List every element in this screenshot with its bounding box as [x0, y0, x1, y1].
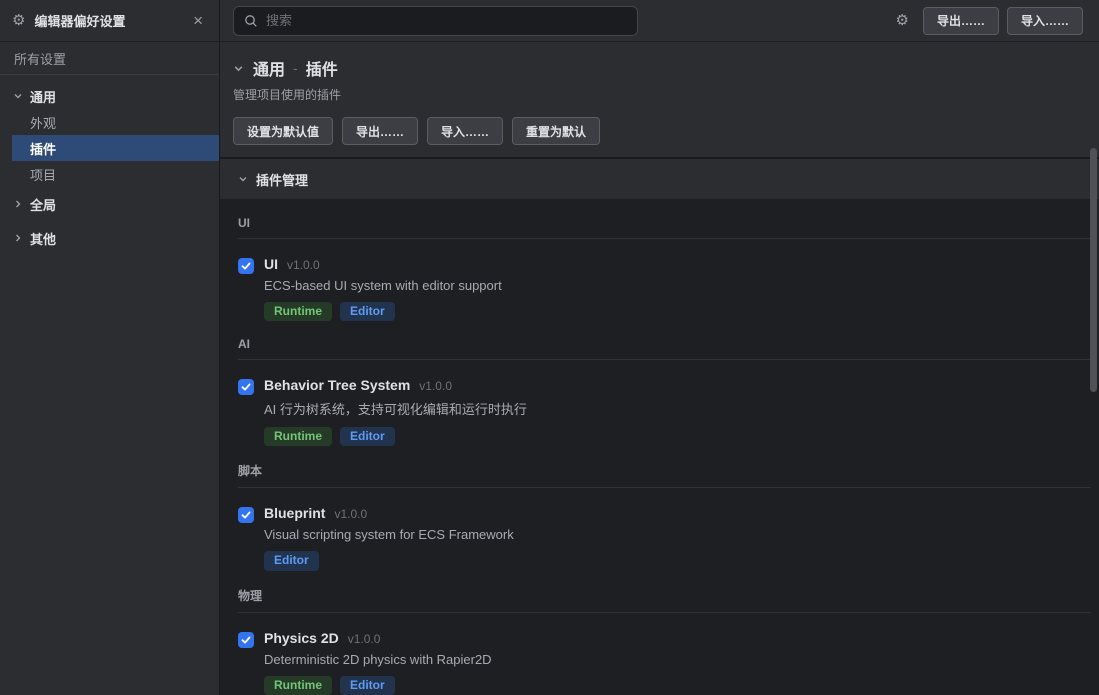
tree-item-label: 插件: [30, 139, 56, 158]
plugin-entry-body: Blueprint v1.0.0 Visual scripting system…: [264, 505, 514, 570]
sidebar-item-all-settings[interactable]: 所有设置: [0, 42, 219, 75]
chevron-down-icon: [13, 91, 23, 101]
chevron-down-icon: [233, 63, 244, 74]
plugin-badges: Runtime Editor: [264, 302, 502, 321]
editor-badge: Editor: [340, 676, 395, 695]
divider: [238, 359, 1091, 360]
plugin-version: v1.0.0: [348, 632, 381, 646]
sidebar-header: ⚙ 编辑器偏好设置 ×: [0, 0, 219, 42]
close-icon[interactable]: ×: [189, 10, 207, 31]
window-title: 编辑器偏好设置: [34, 11, 125, 30]
plugin-enabled-checkbox[interactable]: [238, 507, 254, 523]
plugin-description: Deterministic 2D physics with Rapier2D: [264, 652, 492, 667]
tree-item-label: 全局: [30, 195, 56, 214]
settings-tree: 通用 外观 插件 项目 全局 其: [0, 75, 219, 251]
tree-item-label: 项目: [30, 165, 56, 184]
plugin-group-physics: 物理 Physics 2D v1.0.0 Deterministic 2D ph…: [238, 587, 1099, 695]
plugin-enabled-checkbox[interactable]: [238, 632, 254, 648]
breadcrumb-separator: -: [293, 60, 298, 76]
divider: [238, 612, 1091, 613]
tree-item-label: 外观: [30, 113, 56, 132]
toolbar-import-button[interactable]: 导入……: [1007, 7, 1083, 35]
plugin-badges: Runtime Editor: [264, 676, 492, 695]
plugin-group-ui: UI UI v1.0.0 ECS-based UI system with ed…: [238, 216, 1099, 321]
plugin-entry-body: UI v1.0.0 ECS-based UI system with edito…: [264, 256, 502, 321]
top-toolbar: ⚙ 导出…… 导入……: [220, 0, 1099, 42]
section-title: 插件管理: [256, 170, 308, 189]
tree-item-plugins[interactable]: 插件: [12, 135, 219, 161]
plugin-name: UI: [264, 256, 278, 272]
tree-item-project[interactable]: 项目: [0, 161, 219, 187]
preferences-gear-icon: ⚙: [12, 13, 25, 28]
editor-badge: Editor: [264, 551, 319, 570]
editor-badge: Editor: [340, 302, 395, 321]
plugin-entry-blueprint: Blueprint v1.0.0 Visual scripting system…: [238, 505, 1099, 570]
tree-item-other[interactable]: 其他: [0, 225, 219, 251]
plugin-entry-ui: UI v1.0.0 ECS-based UI system with edito…: [238, 256, 1099, 321]
runtime-badge: Runtime: [264, 676, 332, 695]
plugin-badges: Editor: [264, 551, 514, 570]
reset-default-button[interactable]: 重置为默认: [512, 117, 600, 145]
plugin-description: AI 行为树系统，支持可视化编辑和运行时执行: [264, 399, 527, 418]
header-buttons: 设置为默认值 导出…… 导入…… 重置为默认: [233, 117, 1081, 145]
tree-spacer: [0, 217, 219, 225]
plugin-name: Physics 2D: [264, 630, 339, 646]
plugin-version: v1.0.0: [287, 258, 320, 272]
preferences-window: ⚙ 编辑器偏好设置 × 所有设置 通用 外观 插件 项目: [0, 0, 1099, 695]
plugin-entry-behavior-tree: Behavior Tree System v1.0.0 AI 行为树系统，支持可…: [238, 377, 1099, 446]
chevron-right-icon: [13, 233, 23, 243]
tree-item-label: 其他: [30, 229, 56, 248]
group-label: 物理: [238, 587, 1099, 604]
tree-item-label: 通用: [30, 87, 56, 106]
plugin-group-script: 脚本 Blueprint v1.0.0 Visual scripting sys…: [238, 462, 1099, 570]
tree-item-general[interactable]: 通用: [0, 83, 219, 109]
chevron-right-icon: [13, 199, 23, 209]
divider: [238, 487, 1091, 488]
plugin-entry-body: Physics 2D v1.0.0 Deterministic 2D physi…: [264, 630, 492, 695]
section-plugin-management[interactable]: 插件管理: [220, 159, 1099, 199]
search-icon: [244, 14, 258, 28]
plugin-badges: Runtime Editor: [264, 427, 527, 446]
editor-badge: Editor: [340, 427, 395, 446]
search-input[interactable]: [266, 13, 627, 28]
plugin-list: UI UI v1.0.0 ECS-based UI system with ed…: [220, 199, 1099, 695]
plugin-entry-body: Behavior Tree System v1.0.0 AI 行为树系统，支持可…: [264, 377, 527, 446]
plugin-version: v1.0.0: [334, 507, 367, 521]
chevron-down-icon: [238, 174, 248, 184]
plugin-entry-physics-2d: Physics 2D v1.0.0 Deterministic 2D physi…: [238, 630, 1099, 695]
plugin-description: Visual scripting system for ECS Framewor…: [264, 527, 514, 542]
breadcrumb-parent: 通用: [253, 56, 285, 80]
group-label: AI: [238, 337, 1099, 351]
tree-item-global[interactable]: 全局: [0, 191, 219, 217]
set-default-button[interactable]: 设置为默认值: [233, 117, 333, 145]
plugin-name: Behavior Tree System: [264, 377, 410, 393]
all-settings-label: 所有设置: [14, 49, 66, 68]
page-subtitle: 管理项目使用的插件: [233, 86, 1081, 103]
main-panel: ⚙ 导出…… 导入…… 通用 - 插件 管理项目使用的插件 设置为默认值 导出……: [220, 0, 1099, 695]
runtime-badge: Runtime: [264, 302, 332, 321]
plugin-version: v1.0.0: [419, 379, 452, 393]
breadcrumb[interactable]: 通用 - 插件: [233, 56, 1081, 80]
group-label: UI: [238, 216, 1099, 230]
group-label: 脚本: [238, 462, 1099, 479]
import-button[interactable]: 导入……: [427, 117, 503, 145]
runtime-badge: Runtime: [264, 427, 332, 446]
export-button[interactable]: 导出……: [342, 117, 418, 145]
plugin-enabled-checkbox[interactable]: [238, 258, 254, 274]
page-header: 通用 - 插件 管理项目使用的插件 设置为默认值 导出…… 导入…… 重置为默认: [220, 42, 1099, 159]
toolbar-export-button[interactable]: 导出……: [923, 7, 999, 35]
divider: [238, 238, 1091, 239]
search-box[interactable]: [233, 6, 638, 36]
plugin-name: Blueprint: [264, 505, 325, 521]
settings-gear-icon[interactable]: ⚙: [896, 13, 909, 28]
breadcrumb-current: 插件: [306, 56, 338, 80]
plugin-group-ai: AI Behavior Tree System v1.0.0 AI 行为树系统，…: [238, 337, 1099, 446]
plugin-description: ECS-based UI system with editor support: [264, 278, 502, 293]
plugin-enabled-checkbox[interactable]: [238, 379, 254, 395]
sidebar: ⚙ 编辑器偏好设置 × 所有设置 通用 外观 插件 项目: [0, 0, 220, 695]
tree-item-appearance[interactable]: 外观: [0, 109, 219, 135]
scrollbar-thumb[interactable]: [1090, 148, 1097, 392]
